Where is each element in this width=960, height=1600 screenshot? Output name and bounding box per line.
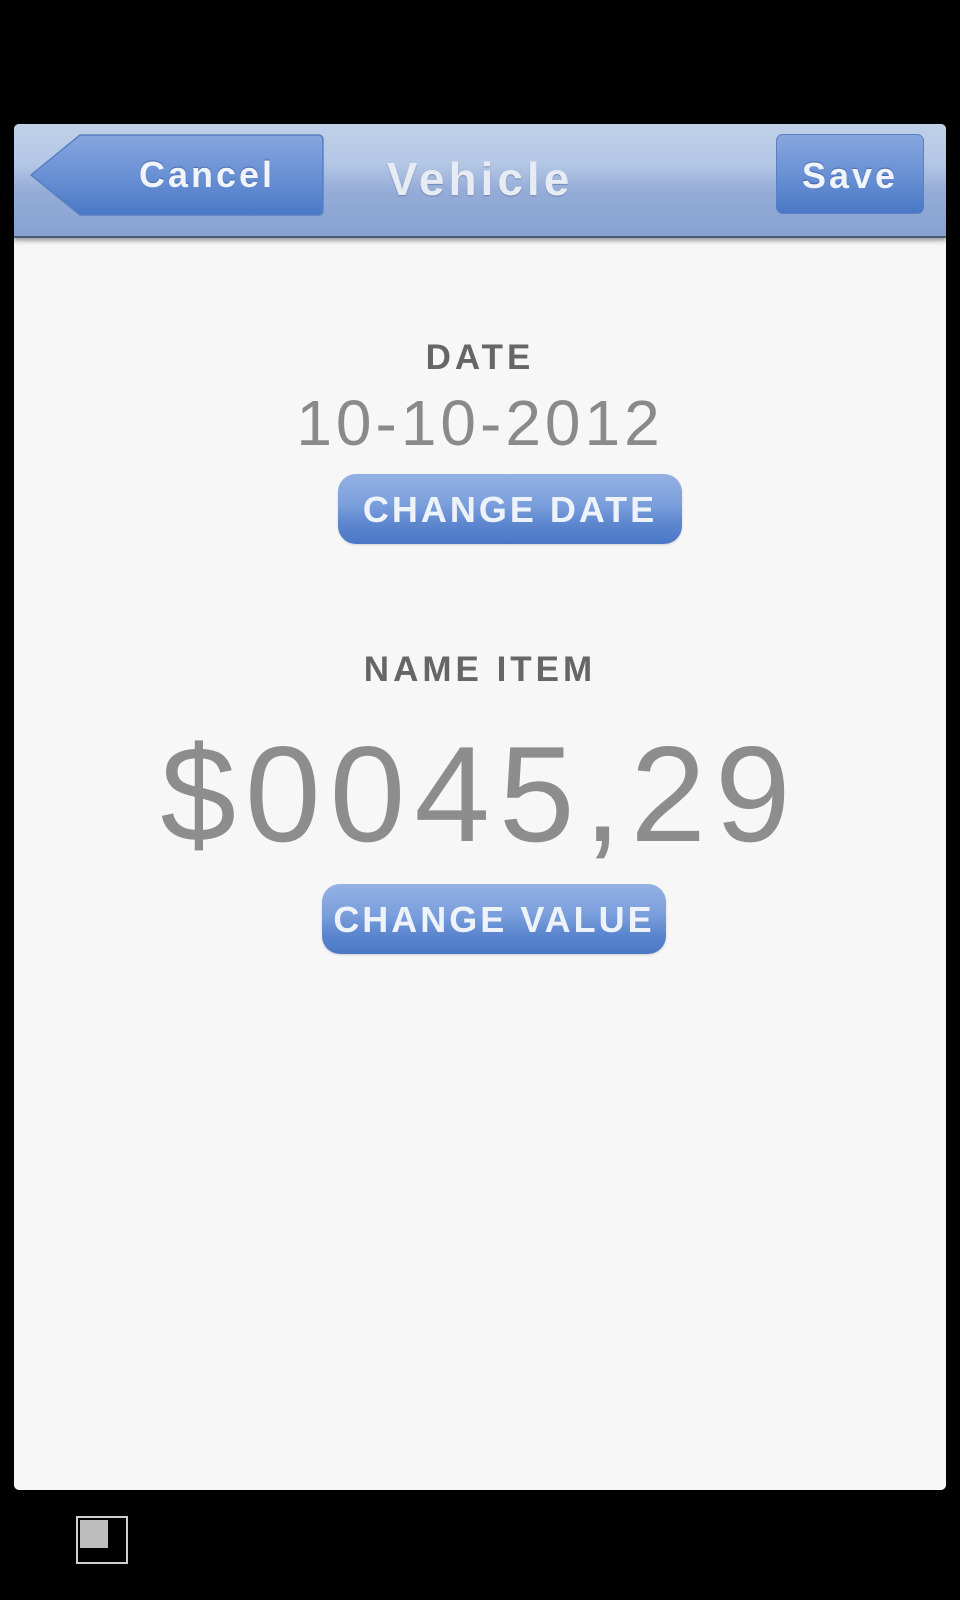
- change-date-label: CHANGE DATE: [362, 489, 658, 530]
- save-label: Save: [801, 155, 899, 196]
- change-value-button[interactable]: CHANGE VALUE: [322, 884, 666, 954]
- app-screen: Cancel Vehicle Save DATE 10-10-2012 CHAN…: [14, 124, 946, 1490]
- save-button[interactable]: Save: [776, 134, 924, 214]
- navigation-bar: Cancel Vehicle Save: [14, 124, 946, 238]
- change-value-label: CHANGE VALUE: [333, 899, 655, 940]
- date-label: DATE: [425, 338, 535, 377]
- window-toggle-icon[interactable]: [76, 1516, 128, 1564]
- change-date-button[interactable]: CHANGE DATE: [338, 474, 682, 544]
- window-toggle-icon-fill: [80, 1520, 108, 1548]
- amount-value: $0045,29: [160, 718, 800, 870]
- date-value: 10-10-2012: [296, 387, 664, 459]
- name-item-label: NAME ITEM: [363, 650, 597, 689]
